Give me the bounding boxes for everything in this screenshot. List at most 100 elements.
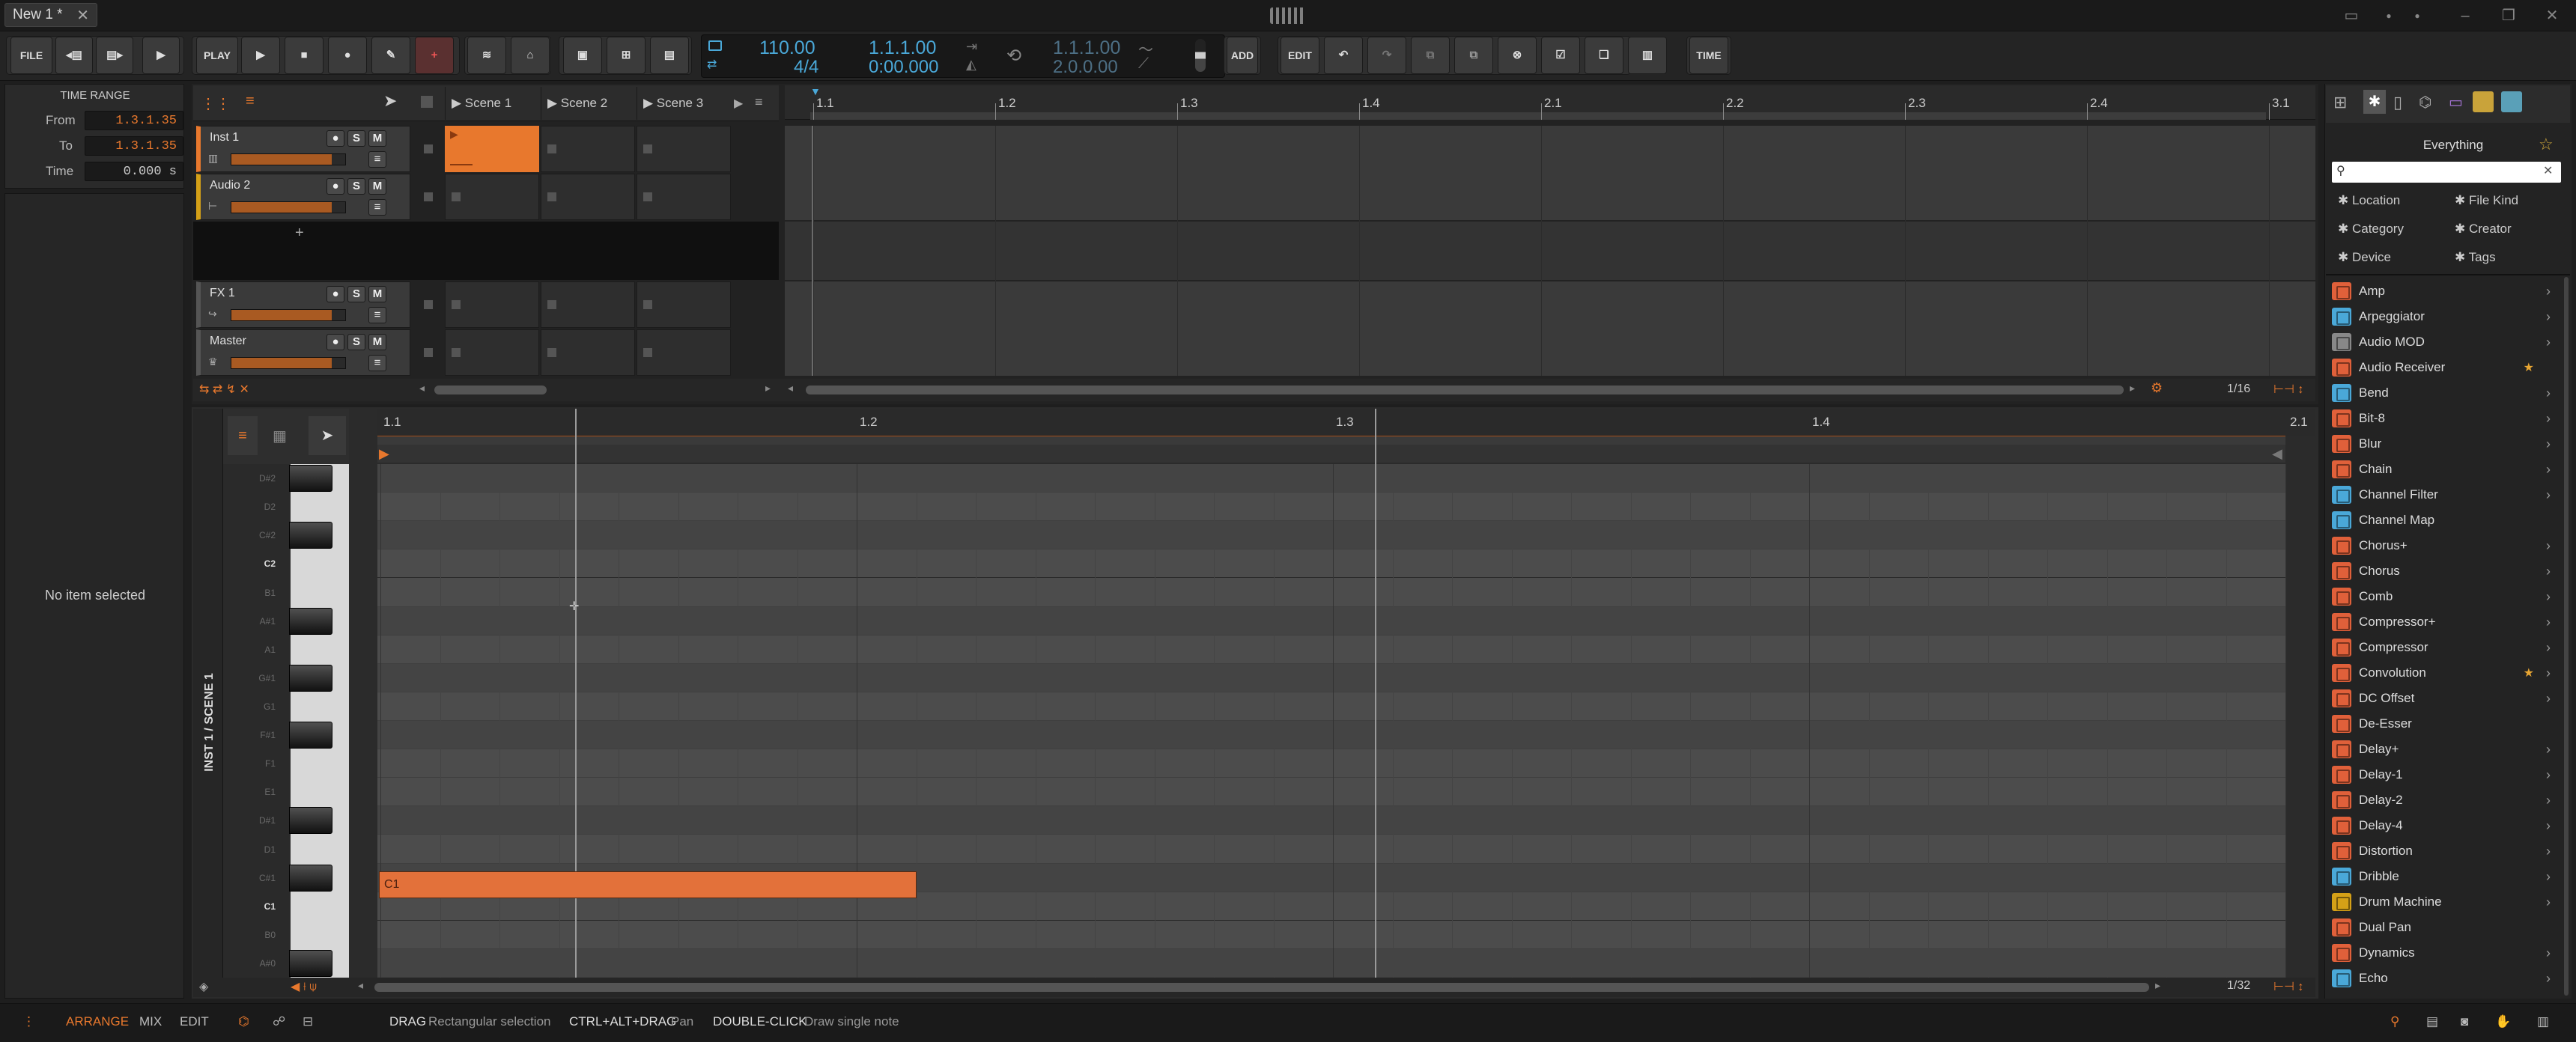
metronome-small-icon[interactable]: ◭	[966, 57, 976, 73]
filter-creator[interactable]: ✱ Creator	[2455, 222, 2512, 237]
mute-button[interactable]: M	[368, 286, 386, 302]
clip-slot[interactable]	[445, 281, 539, 328]
browser-item[interactable]: Echo ›	[2332, 966, 2557, 991]
mute-button[interactable]: M	[368, 334, 386, 350]
stop-button[interactable]	[424, 144, 433, 153]
paste-icon[interactable]: ⧉	[1454, 37, 1493, 74]
mix-tab[interactable]: MIX	[139, 1014, 162, 1029]
black-key[interactable]	[289, 465, 332, 493]
track-inst-1[interactable]: Inst 1 ● S M ▥ ≡	[196, 126, 410, 172]
editor-scroll-left-icon[interactable]: ◂	[358, 979, 363, 992]
chevron-right-icon[interactable]: ›	[2546, 844, 2551, 859]
solo-button[interactable]: S	[347, 334, 365, 350]
chevron-right-icon[interactable]: ›	[2546, 615, 2551, 630]
pointer-tool-icon[interactable]: ➤	[383, 91, 397, 111]
black-key[interactable]	[289, 807, 332, 835]
browser-item[interactable]: Bit-8 ›	[2332, 406, 2557, 431]
clip-slot[interactable]	[541, 174, 635, 220]
browser-item[interactable]: Delay-4 ›	[2332, 813, 2557, 838]
pointer-tool-icon[interactable]: ➤	[309, 416, 346, 455]
metronome-icon[interactable]: ⌂	[511, 37, 550, 74]
track-audio-2[interactable]: Audio 2 ● S M ⊢ ≡	[196, 174, 410, 220]
browser-samples-icon[interactable]	[2473, 91, 2494, 112]
chevron-right-icon[interactable]: ›	[2546, 564, 2551, 579]
favorite-star-icon[interactable]: ★	[2524, 665, 2534, 680]
chevron-right-icon[interactable]: ›	[2546, 284, 2551, 299]
stop-all-icon[interactable]	[421, 96, 433, 108]
clip-play-icon[interactable]: ▶	[450, 128, 458, 141]
scene-play-icon[interactable]: ▶	[643, 96, 657, 110]
filter-tags[interactable]: ✱ Tags	[2455, 250, 2496, 265]
editor-zoom-icon[interactable]: ⊢⊣ ↕	[2273, 979, 2303, 994]
clip-slot[interactable]	[541, 126, 635, 172]
filter-device[interactable]: ✱ Device	[2338, 250, 2391, 265]
browser-modulators-icon[interactable]: ▭	[2449, 93, 2463, 112]
groove-icon[interactable]: ≋	[467, 37, 506, 74]
minimize-icon[interactable]: –	[2450, 4, 2480, 27]
editor-scrollbar[interactable]	[374, 983, 2149, 992]
overdub-icon[interactable]: +	[415, 37, 454, 74]
undo-icon[interactable]: ↶	[1324, 37, 1363, 74]
stop-button[interactable]	[424, 348, 433, 357]
chevron-right-icon[interactable]: ›	[2546, 538, 2551, 554]
automation-icon[interactable]: ⌬	[238, 1014, 249, 1029]
favorite-star-icon[interactable]: ☆	[2539, 135, 2554, 154]
track-fx-1[interactable]: FX 1 ● S M ↪ ≡	[196, 281, 410, 328]
clip-slot[interactable]	[445, 174, 539, 220]
stop-button[interactable]	[424, 300, 433, 309]
browser-devices-icon[interactable]: ✱	[2363, 90, 2386, 114]
close-tab-icon[interactable]: ✕	[76, 6, 89, 25]
volume-fader[interactable]	[231, 357, 346, 369]
arrange-tab[interactable]: ARRANGE	[66, 1014, 129, 1029]
add-panel-icon[interactable]: ⊞	[607, 37, 645, 74]
clip-end-marker-icon[interactable]: ◀	[2272, 446, 2282, 462]
time-button[interactable]: TIME	[1689, 37, 1728, 74]
scenes-more-icon[interactable]: ▶	[734, 96, 743, 111]
clip-start-marker-icon[interactable]: ▶	[379, 446, 389, 462]
arranger-lane-fx[interactable]	[785, 281, 2315, 376]
clip-slot[interactable]	[637, 126, 731, 172]
chevron-right-icon[interactable]: ›	[2546, 869, 2551, 885]
chevron-right-icon[interactable]: ›	[2546, 793, 2551, 808]
browser-multisample-icon[interactable]: ⌬	[2419, 93, 2431, 112]
arranger-grid-value[interactable]: 1/16	[2227, 383, 2250, 396]
browser-item[interactable]: Audio MOD ›	[2332, 329, 2557, 355]
solo-button[interactable]: S	[347, 178, 365, 195]
play-icon[interactable]: ▶	[241, 37, 280, 74]
chevron-right-icon[interactable]: ›	[2546, 665, 2551, 681]
browser-grid-icon[interactable]: ⊞	[2333, 93, 2347, 112]
chevron-right-icon[interactable]: ›	[2546, 589, 2551, 605]
chevron-right-icon[interactable]: ›	[2546, 640, 2551, 656]
timeline-scrollbar[interactable]	[806, 386, 2124, 394]
solo-button[interactable]: S	[347, 130, 365, 147]
zoom-fit-icon[interactable]: ⊢⊣ ↕	[2273, 382, 2303, 397]
timeline-scroll-right-icon[interactable]: ▸	[2130, 382, 2135, 394]
browser-item[interactable]: Channel Map	[2332, 508, 2557, 533]
next-panel-icon[interactable]: ▶	[142, 37, 180, 74]
play-menu-button[interactable]: PLAY	[196, 37, 238, 74]
scene-menu-icon[interactable]: ≡	[755, 94, 763, 110]
device-panel-icon[interactable]: ◙	[2461, 1014, 2468, 1029]
clip-slot[interactable]	[445, 329, 539, 376]
browser-item[interactable]: DC Offset ›	[2332, 686, 2557, 711]
edit-button[interactable]: EDIT	[1281, 37, 1319, 74]
black-key[interactable]	[289, 607, 332, 635]
chevron-right-icon[interactable]: ›	[2546, 818, 2551, 834]
clip-launcher-icon[interactable]: ≡	[246, 93, 255, 110]
mute-button[interactable]: M	[368, 178, 386, 195]
chevron-right-icon[interactable]: ›	[2546, 309, 2551, 325]
duplicate-icon[interactable]: ❏	[1585, 37, 1623, 74]
black-key[interactable]	[289, 664, 332, 692]
clip-slot-inst1-scene1[interactable]: ▶	[445, 126, 539, 172]
track-menu-icon[interactable]: ≡	[368, 355, 386, 371]
scene-play-icon[interactable]: ▶	[452, 96, 465, 110]
arranger-loop-bar[interactable]	[810, 112, 2266, 120]
browser-item[interactable]: Dynamics ›	[2332, 940, 2557, 966]
browser-item[interactable]: Dribble ›	[2332, 864, 2557, 889]
browser-item[interactable]: Convolution ★ ›	[2332, 660, 2557, 686]
browser-item[interactable]: Delay-2 ›	[2332, 787, 2557, 813]
snap-icon[interactable]: ⚙	[2151, 380, 2163, 396]
volume-fader[interactable]	[231, 201, 346, 213]
clear-search-icon[interactable]: ✕	[2543, 163, 2553, 178]
tempo-tap-icon[interactable]	[708, 40, 722, 51]
